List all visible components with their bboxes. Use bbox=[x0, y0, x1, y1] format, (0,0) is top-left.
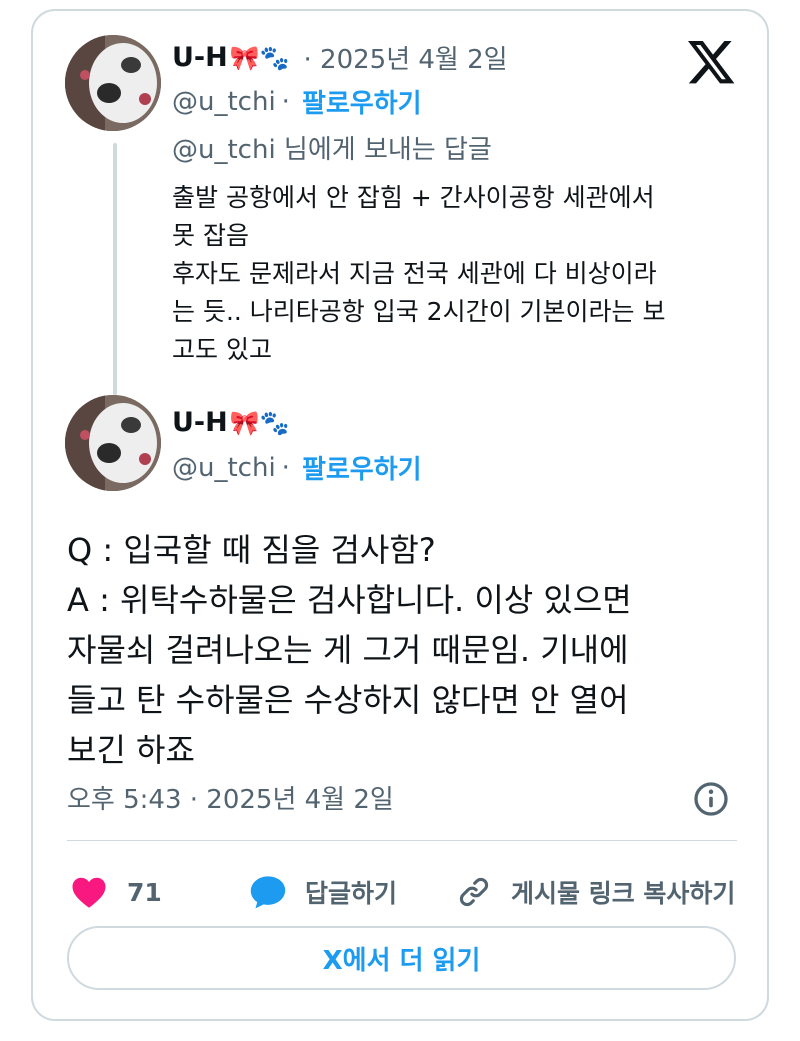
speech-bubble-icon bbox=[250, 876, 286, 909]
parent-handle-row: @u_tchi · 팔로우하기 bbox=[172, 83, 422, 120]
text-line: 출발 공항에서 안 잡힘 + 간사이공항 세관에서 bbox=[172, 183, 655, 212]
like-count: 71 bbox=[127, 877, 162, 907]
divider bbox=[67, 840, 737, 841]
text-line: 들고 탄 수하물은 수상하지 않다면 안 열어 bbox=[67, 681, 629, 719]
like-button[interactable]: 71 bbox=[71, 869, 162, 915]
read-more-label: X에서 더 읽기 bbox=[322, 945, 481, 976]
tweet-embed-card: U-H 🎀🐾 · 2025년 4월 2일 @u_tchi · 팔로우하기 @u_… bbox=[31, 9, 769, 1021]
reply-context: @u_tchi 님에게 보내는 답글 bbox=[172, 129, 492, 166]
text-line: Q : 입국할 때 짐을 검사함? bbox=[67, 531, 436, 569]
name-emojis: 🎀🐾 bbox=[229, 408, 290, 437]
read-more-button[interactable]: X에서 더 읽기 bbox=[67, 926, 736, 990]
text-line: 보긴 하죠 bbox=[67, 731, 195, 769]
x-logo-icon[interactable] bbox=[688, 41, 736, 85]
main-handle-row: @u_tchi · 팔로우하기 bbox=[172, 449, 422, 486]
text-line: 자물쇠 걸려나오는 게 그거 때문임. 기내에 bbox=[67, 631, 629, 669]
reply-label: 답글하기 bbox=[305, 879, 398, 908]
text-line: 는 듯.. 나리타공항 입국 2시간이 기본이라는 보 bbox=[172, 297, 666, 326]
author-name[interactable]: U-H bbox=[172, 407, 228, 438]
tweet-timestamp[interactable]: 오후 5:43 · 2025년 4월 2일 bbox=[67, 779, 394, 816]
info-icon[interactable] bbox=[693, 781, 729, 817]
author-handle[interactable]: @u_tchi bbox=[172, 453, 276, 483]
text-line: A : 위탁수하물은 검사합니다. 이상 있으면 bbox=[67, 581, 632, 619]
avatar[interactable] bbox=[65, 35, 161, 131]
name-emojis: 🎀🐾 bbox=[229, 43, 290, 72]
text-line: 고도 있고 bbox=[172, 335, 272, 364]
parent-date[interactable]: · 2025년 4월 2일 bbox=[304, 39, 508, 76]
follow-button[interactable]: 팔로우하기 bbox=[302, 449, 422, 486]
link-icon bbox=[459, 877, 489, 907]
avatar[interactable] bbox=[65, 395, 161, 491]
copy-link-label: 게시물 링크 복사하기 bbox=[511, 879, 736, 908]
text-line: 후자도 문제라서 지금 전국 세관에 다 비상이라 bbox=[172, 259, 657, 288]
follow-button[interactable]: 팔로우하기 bbox=[302, 83, 422, 120]
copy-link-button[interactable]: 게시물 링크 복사하기 bbox=[457, 869, 735, 915]
reply-mention[interactable]: @u_tchi bbox=[172, 135, 276, 165]
text-line: 못 잡음 bbox=[172, 221, 249, 250]
author-name[interactable]: U-H bbox=[172, 42, 228, 73]
main-tweet-text: Q : 입국할 때 짐을 검사함? A : 위탁수하물은 검사합니다. 이상 있… bbox=[67, 525, 747, 775]
parent-author-row: U-H 🎀🐾 · 2025년 4월 2일 bbox=[172, 39, 508, 76]
heart-icon bbox=[72, 877, 106, 908]
main-author-row: U-H 🎀🐾 bbox=[172, 407, 290, 438]
parent-tweet-text: 출발 공항에서 안 잡힘 + 간사이공항 세관에서 못 잡음 후자도 문제라서 … bbox=[172, 179, 752, 369]
separator: · bbox=[281, 452, 290, 483]
reply-suffix: 님에게 보내는 답글 bbox=[275, 135, 492, 165]
reply-button[interactable]: 답글하기 bbox=[249, 869, 397, 915]
thread-line bbox=[113, 143, 117, 395]
separator: · bbox=[281, 86, 290, 117]
action-bar: 71 답글하기 게시물 링크 복사하기 bbox=[67, 869, 747, 915]
author-handle[interactable]: @u_tchi bbox=[172, 87, 276, 117]
